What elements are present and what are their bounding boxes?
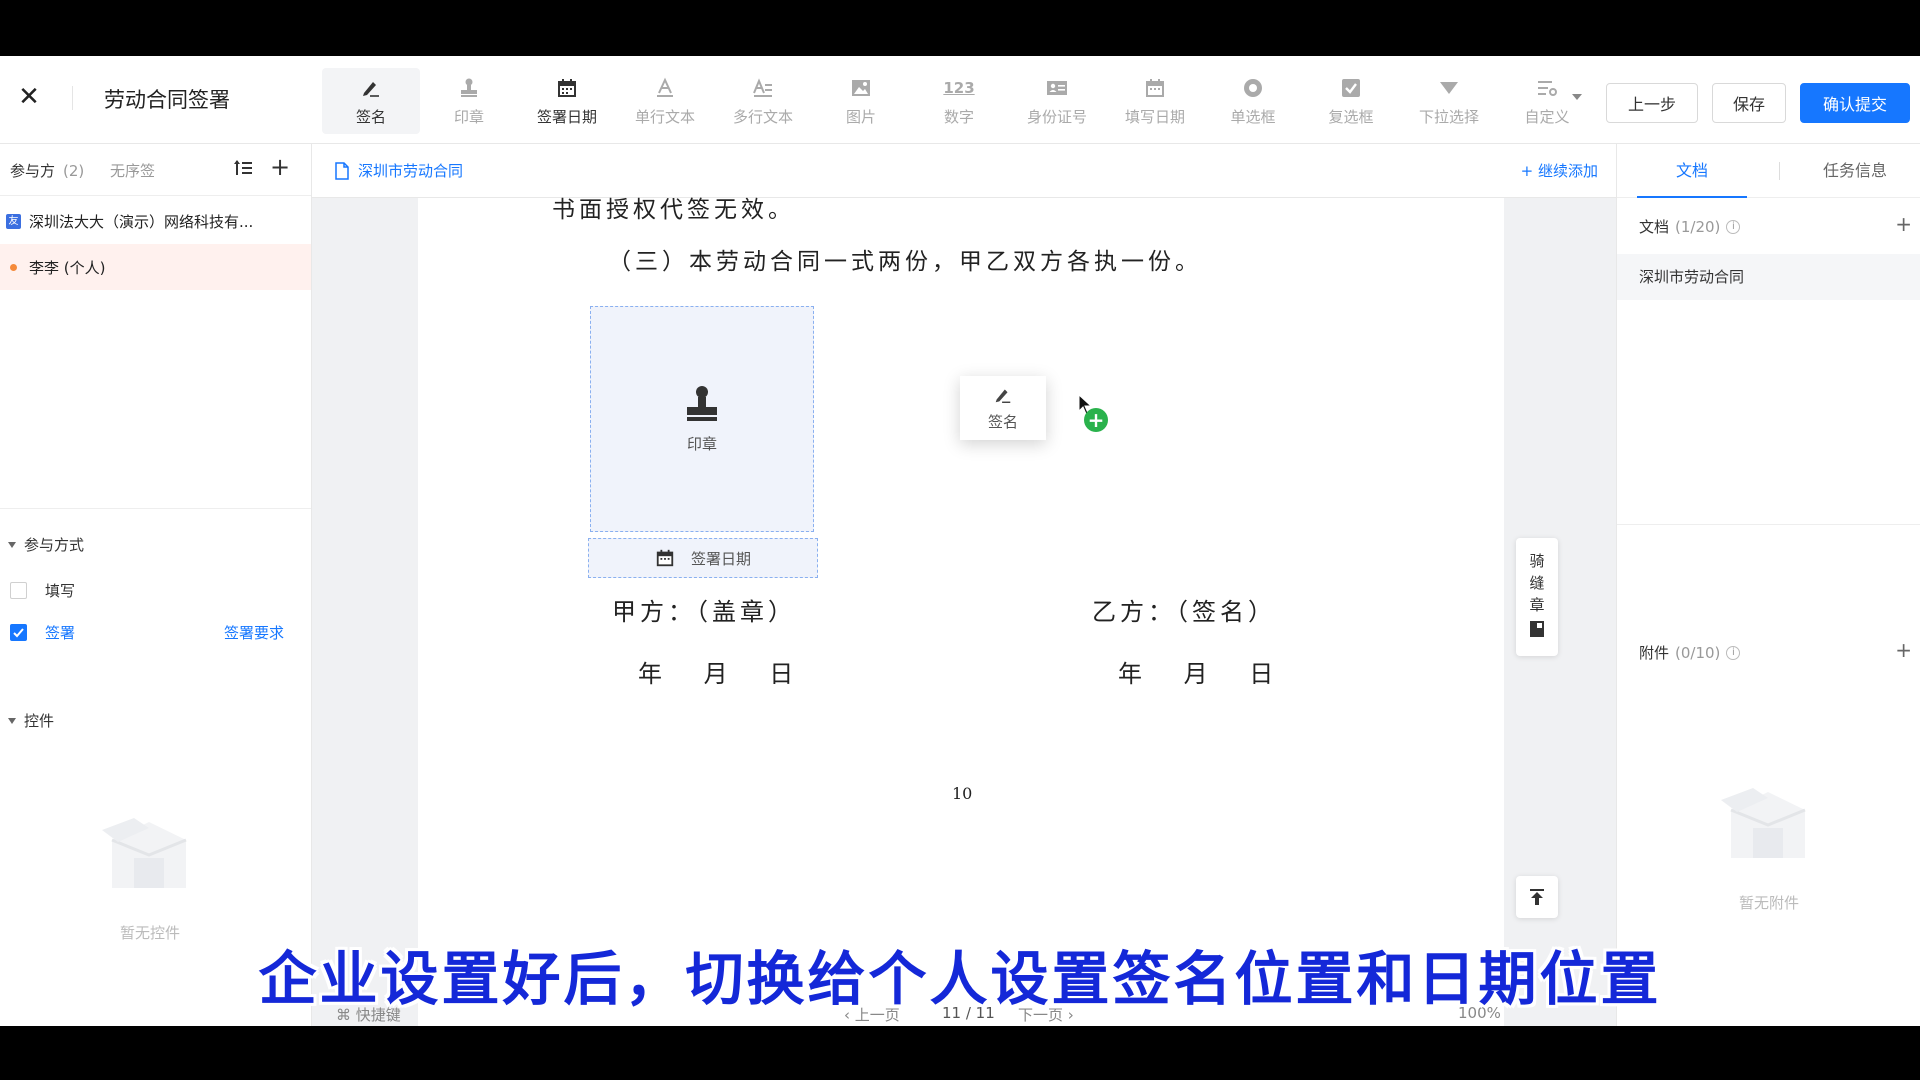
toolbar: ✕ 劳动合同签署 签名 印章 签署日期 单行文本 多行文本 图片 123 数字 … [0, 56, 1920, 144]
mode-sign-row[interactable]: 签署 [10, 622, 75, 643]
text-icon [653, 76, 677, 100]
seal-field[interactable]: 印章 [590, 306, 814, 532]
add-more-button[interactable]: + 继续添加 [1521, 160, 1598, 181]
app-window: ✕ 劳动合同签署 签名 印章 签署日期 单行文本 多行文本 图片 123 数字 … [0, 56, 1920, 1026]
stamp-icon [457, 76, 481, 100]
multiline-text-icon [751, 76, 775, 100]
custom-icon [1535, 76, 1559, 100]
mode-section-title[interactable]: 参与方式 [8, 534, 84, 555]
tool-id-number[interactable]: 身份证号 [1008, 68, 1106, 134]
person-dot-icon [10, 263, 17, 271]
tool-fill-date[interactable]: 填写日期 [1106, 68, 1204, 134]
divider [72, 86, 73, 110]
save-button[interactable]: 保存 [1712, 83, 1786, 123]
calendar-icon [555, 76, 579, 100]
date-line-a: 年 月 日 [638, 660, 796, 688]
chevron-down-icon[interactable] [1572, 94, 1582, 100]
video-letterbox-bottom [0, 1026, 1920, 1080]
add-document-icon[interactable]: + [1895, 212, 1912, 236]
doc-tab[interactable]: 深圳市劳动合同 [334, 160, 463, 181]
radio-icon [1241, 76, 1265, 100]
pen-icon [995, 389, 1011, 403]
add-plus-icon: + [1084, 408, 1108, 432]
calendar-icon [656, 549, 674, 567]
checkbox-icon [1339, 76, 1363, 100]
video-letterbox-top [0, 0, 1920, 56]
document-canvas: 深圳市劳动合同 + 继续添加 书面授权代签无效。 （三）本劳动合同一式两份，甲乙… [312, 144, 1616, 1026]
file-icon [335, 161, 349, 180]
no-attachments-text: 暂无附件 [1738, 894, 1799, 912]
info-icon[interactable]: i [1726, 219, 1741, 234]
tool-radio[interactable]: 单选框 [1204, 68, 1302, 134]
add-attachment-icon[interactable]: + [1895, 638, 1912, 662]
divider [1779, 162, 1780, 180]
tool-number[interactable]: 123 数字 [910, 68, 1008, 134]
doc-text: 书面授权代签无效。 [552, 197, 795, 223]
tool-custom[interactable]: 自定义 [1498, 68, 1596, 134]
tool-dropdown[interactable]: 下拉选择 [1400, 68, 1498, 134]
tab-task-info[interactable]: 任务信息 [1795, 144, 1915, 198]
number-icon: 123 [943, 78, 975, 97]
company-badge-icon: 友 [6, 213, 21, 229]
control-toolbar: 签名 印章 签署日期 单行文本 多行文本 图片 123 数字 身份证号 填写日期… [322, 68, 1596, 134]
add-participant-icon[interactable]: + [270, 154, 290, 180]
tool-single-text[interactable]: 单行文本 [616, 68, 714, 134]
sort-icon[interactable] [234, 158, 256, 180]
party-b-label: 乙方：（签名） [1092, 598, 1276, 626]
tool-sign[interactable]: 签名 [322, 68, 420, 134]
video-subtitle: 企业设置好后，切换给个人设置签名位置和日期位置 [258, 945, 1662, 1013]
pen-icon [359, 76, 383, 100]
sign-checkbox[interactable] [10, 624, 27, 641]
tool-seal[interactable]: 印章 [420, 68, 518, 134]
riding-seal-button[interactable]: 骑 缝 章 [1516, 538, 1558, 656]
empty-box-icon [94, 800, 204, 910]
doc-tab-bar: 深圳市劳动合同 + 继续添加 [312, 144, 1616, 198]
participant-person[interactable]: 李李 (个人) [0, 244, 311, 290]
participants-tab[interactable]: 参与方 (2) [10, 160, 84, 181]
tab-documents[interactable]: 文档 [1637, 144, 1747, 198]
caret-down-icon [8, 717, 16, 724]
participants-header: 参与方 (2) 无序签 + [0, 144, 311, 196]
tool-multi-text[interactable]: 多行文本 [714, 68, 812, 134]
participant-company[interactable]: 友 深圳法大大（演示）网络科技有... [0, 198, 311, 244]
divider [1617, 524, 1920, 525]
stamp-icon [687, 385, 717, 421]
tool-image[interactable]: 图片 [812, 68, 910, 134]
party-a-label: 甲方：（盖章） [612, 598, 796, 626]
attachments-section-title: 附件 (0/10) i [1639, 642, 1741, 663]
image-icon [849, 76, 873, 100]
document-page: 书面授权代签无效。 （三）本劳动合同一式两份，甲乙双方各执一份。 印章 签署日期… [418, 197, 1504, 1026]
seal-stack-icon [1530, 621, 1544, 637]
info-icon[interactable]: i [1726, 645, 1741, 660]
close-icon[interactable]: ✕ [16, 84, 42, 110]
sign-field-dragging[interactable]: 签名 [960, 376, 1046, 440]
tool-sign-date[interactable]: 签署日期 [518, 68, 616, 134]
divider [0, 508, 311, 509]
mode-fill-row[interactable]: 填写 [10, 580, 75, 601]
no-order-tab[interactable]: 无序签 [110, 160, 155, 181]
fill-checkbox[interactable] [10, 582, 27, 599]
empty-box-icon [1713, 770, 1823, 880]
sign-date-field[interactable]: 签署日期 [588, 538, 818, 578]
dropdown-icon [1437, 76, 1461, 100]
page-title: 劳动合同签署 [104, 88, 230, 112]
caret-down-icon [8, 541, 16, 548]
documents-section-title: 文档 (1/20) i [1639, 216, 1741, 237]
right-panel: 文档 任务信息 文档 (1/20) i + 深圳市劳动合同 附件 (0/10) i … [1616, 144, 1920, 1026]
tool-checkbox[interactable]: 复选框 [1302, 68, 1400, 134]
prev-step-button[interactable]: 上一步 [1606, 83, 1698, 123]
doc-text: （三）本劳动合同一式两份，甲乙双方各执一份。 [608, 249, 1202, 275]
id-card-icon [1045, 76, 1069, 100]
sign-requirement-link[interactable]: 签署要求 [224, 622, 284, 643]
left-panel: 参与方 (2) 无序签 + 友 深圳法大大（演示）网络科技有... 李李 (个人)… [0, 144, 312, 1026]
scroll-to-top-icon[interactable] [1516, 876, 1558, 918]
right-tabs: 文档 任务信息 [1617, 144, 1920, 198]
controls-section-title[interactable]: 控件 [8, 710, 54, 731]
page-number: 10 [952, 784, 973, 803]
calendar-icon [1143, 76, 1167, 100]
date-line-b: 年 月 日 [1118, 660, 1276, 688]
submit-button[interactable]: 确认提交 [1800, 83, 1910, 123]
document-list-item[interactable]: 深圳市劳动合同 [1617, 254, 1920, 300]
